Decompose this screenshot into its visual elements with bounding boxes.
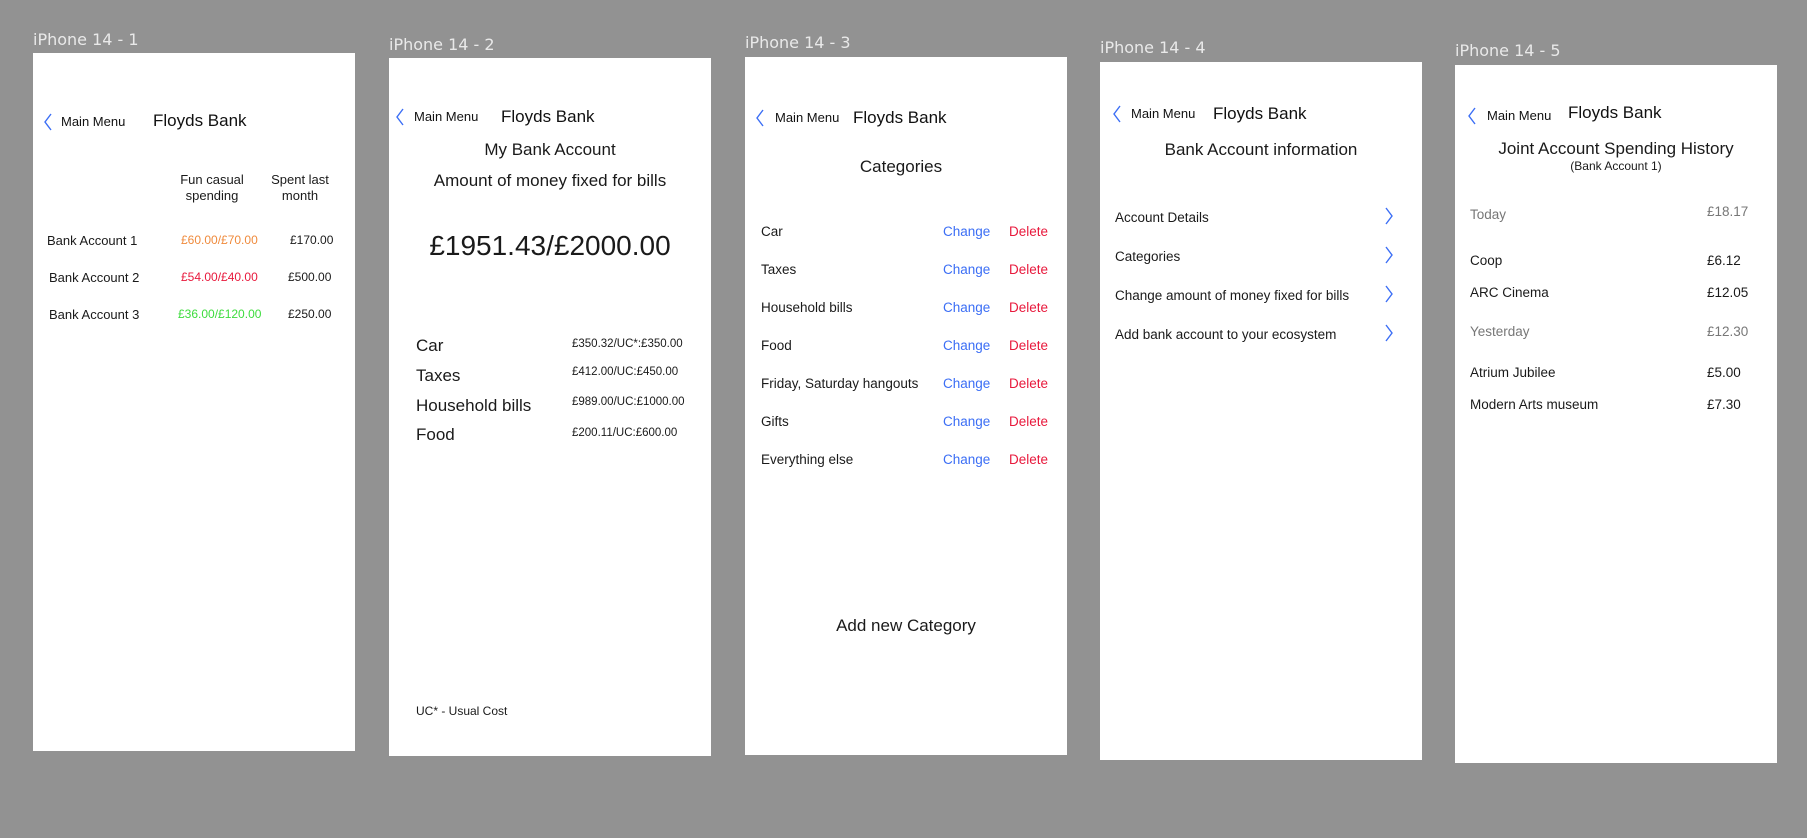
frame-label: iPhone 14 - 2 (389, 35, 495, 54)
main-menu-link[interactable]: Main Menu (1131, 106, 1195, 121)
page-subtitle: (Bank Account 1) (1570, 159, 1662, 173)
category-name: Household bills (761, 300, 853, 315)
page-title: My Bank Account (484, 140, 616, 159)
bill-category-value: £350.32/UC*:£350.00 (572, 338, 683, 350)
column-header-spent-last-month: Spent last month (271, 172, 329, 203)
phone-screen-3: Main Menu Floyds Bank Categories Car Cha… (745, 57, 1067, 755)
delete-button[interactable]: Delete (1009, 452, 1048, 467)
back-chevron-icon[interactable] (1112, 105, 1122, 123)
day-label: Yesterday (1470, 324, 1530, 339)
chevron-right-icon[interactable] (1384, 246, 1394, 264)
main-menu-link[interactable]: Main Menu (414, 109, 478, 124)
transaction-amount: £12.05 (1707, 285, 1749, 300)
change-button[interactable]: Change (943, 300, 990, 315)
delete-button[interactable]: Delete (1009, 376, 1048, 391)
category-name: Car (761, 224, 783, 239)
day-label: Today (1470, 207, 1507, 222)
spent-value: £250.00 (288, 307, 332, 321)
page-title: Joint Account Spending History (1498, 139, 1734, 158)
change-button[interactable]: Change (943, 414, 990, 429)
chevron-right-icon[interactable] (1384, 324, 1394, 342)
bill-category-name: Taxes (416, 366, 461, 385)
page-title: Categories (859, 157, 943, 176)
account-name[interactable]: Bank Account 2 (49, 270, 139, 285)
frame-label: iPhone 14 - 4 (1100, 38, 1206, 57)
back-chevron-icon[interactable] (755, 109, 765, 127)
transaction-amount: £6.12 (1707, 253, 1741, 268)
bill-category-name: Car (416, 336, 444, 355)
add-category-button[interactable]: Add new Category (745, 616, 1067, 636)
bill-category-value: £412.00/UC:£450.00 (572, 366, 679, 378)
footnote: UC* - Usual Cost (416, 704, 508, 718)
back-chevron-icon[interactable] (395, 108, 405, 126)
spent-value: £500.00 (288, 270, 332, 284)
menu-item-categories[interactable]: Categories (1115, 249, 1180, 264)
phone-screen-5: Main Menu Floyds Bank Joint Account Spen… (1455, 65, 1777, 763)
category-name: Taxes (761, 262, 797, 277)
bill-category-name: Food (416, 425, 455, 444)
change-button[interactable]: Change (943, 376, 990, 391)
fun-spending-value: £54.00/£40.00 (181, 270, 258, 284)
category-name: Gifts (761, 414, 789, 429)
day-total: £12.30 (1707, 324, 1749, 339)
app-title: Floyds Bank (1568, 103, 1662, 122)
back-chevron-icon[interactable] (1467, 107, 1477, 125)
fun-spending-value: £36.00/£120.00 (178, 307, 262, 321)
frame-label: iPhone 14 - 5 (1455, 41, 1561, 60)
category-name: Friday, Saturday hangouts (761, 376, 919, 391)
transaction-name: Atrium Jubilee (1470, 365, 1556, 380)
phone-screen-4: Main Menu Floyds Bank Bank Account infor… (1100, 62, 1422, 760)
spent-value: £170.00 (290, 233, 334, 247)
delete-button[interactable]: Delete (1009, 224, 1048, 239)
account-name[interactable]: Bank Account 1 (47, 233, 137, 248)
delete-button[interactable]: Delete (1009, 300, 1048, 315)
menu-item-add-bank-account[interactable]: Add bank account to your ecosystem (1115, 327, 1336, 342)
category-name: Everything else (761, 452, 854, 467)
account-name[interactable]: Bank Account 3 (49, 307, 139, 322)
delete-button[interactable]: Delete (1009, 262, 1048, 277)
main-menu-link[interactable]: Main Menu (61, 114, 125, 129)
page-subtitle: Amount of money fixed for bills (433, 171, 667, 190)
day-total: £18.17 (1707, 204, 1749, 219)
bill-category-value: £200.11/UC:£600.00 (572, 427, 678, 439)
transaction-name: ARC Cinema (1470, 285, 1549, 300)
back-chevron-icon[interactable] (43, 113, 53, 131)
phone-screen-2: Main Menu Floyds Bank My Bank Account Am… (389, 58, 711, 756)
frame-label: iPhone 14 - 3 (745, 33, 851, 52)
app-title: Floyds Bank (1213, 104, 1307, 123)
main-menu-link[interactable]: Main Menu (1487, 108, 1551, 123)
bills-total-amount: £1951.43/£2000.00 (429, 230, 671, 261)
menu-item-change-fixed-bills[interactable]: Change amount of money fixed for bills (1115, 288, 1349, 303)
transaction-name: Coop (1470, 253, 1503, 268)
delete-button[interactable]: Delete (1009, 338, 1048, 353)
app-title: Floyds Bank (853, 108, 947, 127)
page-title: Bank Account information (1164, 140, 1358, 159)
bill-category-value: £989.00/UC:£1000.00 (572, 396, 685, 408)
chevron-right-icon[interactable] (1384, 207, 1394, 225)
change-button[interactable]: Change (943, 262, 990, 277)
fun-spending-value: £60.00/£70.00 (181, 233, 258, 247)
bill-category-name: Household bills (416, 396, 532, 415)
transaction-amount: £5.00 (1707, 365, 1741, 380)
chevron-right-icon[interactable] (1384, 285, 1394, 303)
app-title: Floyds Bank (501, 107, 595, 126)
app-title: Floyds Bank (153, 111, 247, 130)
column-header-fun-spending: Fun casual spending (180, 172, 244, 203)
menu-item-account-details[interactable]: Account Details (1115, 210, 1209, 225)
frame-label: iPhone 14 - 1 (33, 30, 139, 49)
transaction-amount: £7.30 (1707, 397, 1741, 412)
delete-button[interactable]: Delete (1009, 414, 1048, 429)
transaction-name: Modern Arts museum (1470, 397, 1599, 412)
change-button[interactable]: Change (943, 224, 990, 239)
main-menu-link[interactable]: Main Menu (775, 110, 839, 125)
change-button[interactable]: Change (943, 452, 990, 467)
phone-screen-1: Main Menu Floyds Bank Fun casual spendin… (33, 53, 355, 751)
change-button[interactable]: Change (943, 338, 990, 353)
category-name: Food (761, 338, 792, 353)
